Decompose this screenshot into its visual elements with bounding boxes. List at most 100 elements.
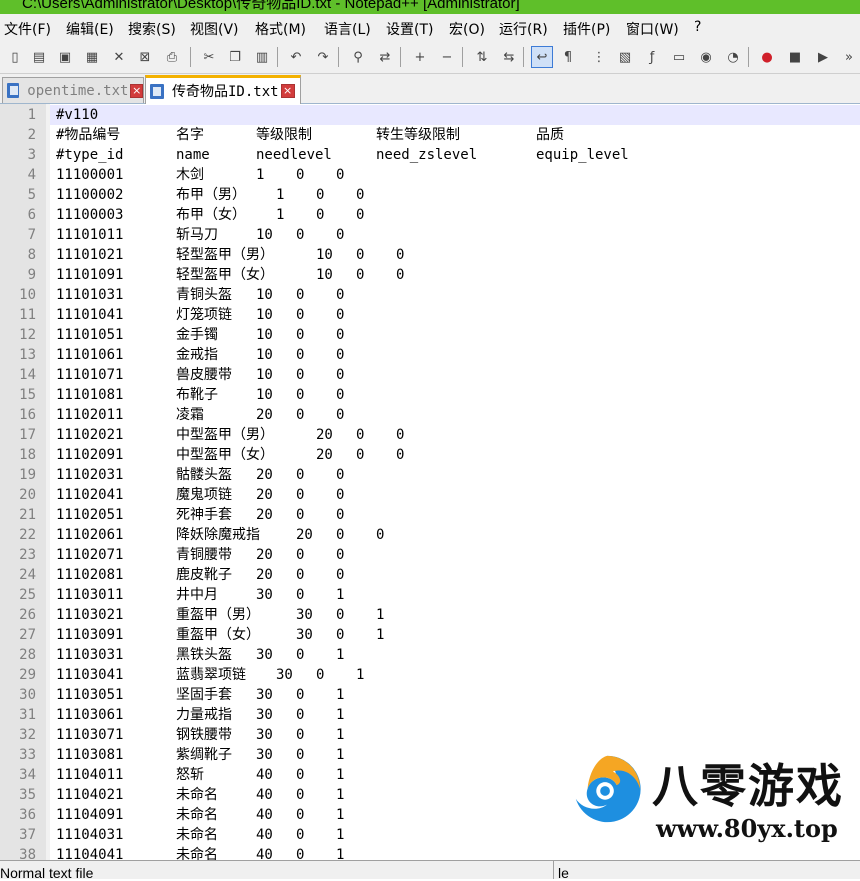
sync-horizontal-icon[interactable]: ⇆ [498, 46, 520, 68]
menu-item-4[interactable]: 格式(M) [255, 19, 306, 39]
menu-item-11[interactable]: ? [694, 19, 701, 35]
text-cell: 蓝翡翠项链 [176, 667, 246, 683]
text-cell: 1 [336, 767, 345, 783]
text-cell: 0 [396, 427, 405, 443]
save-all-icon[interactable]: ▦ [81, 46, 103, 68]
text-cell: 黑铁头盔 [176, 647, 232, 663]
line-number-margin: 1 2 3 4 5 6 7 8 9 10 11 12 13 14 15 16 17 18 19 20 21 22 23 24 2… [0, 104, 46, 860]
tab-1[interactable]: 传奇物品ID.txt × [145, 75, 301, 104]
text-cell: 11103051 [56, 687, 124, 703]
folder-as-workspace-icon[interactable]: ▭ [668, 46, 690, 68]
text-cell: 兽皮腰带 [176, 367, 232, 383]
line-number: 23 [19, 547, 36, 563]
text-cell: 0 [336, 407, 345, 423]
text-cell: 斩马刀 [176, 227, 218, 243]
status-bar: Normal text file le [0, 860, 860, 881]
redo-icon[interactable]: ↷ [312, 46, 334, 68]
menu-item-10[interactable]: 窗口(W) [626, 19, 679, 39]
text-cell: 1 [336, 847, 345, 860]
document-map-icon[interactable]: ▧ [614, 46, 636, 68]
text-cell: 木剑 [176, 167, 204, 183]
text-cell: 1 [336, 827, 345, 843]
text-cell: 降妖除魔戒指 [176, 527, 260, 543]
text-cell: 1 [336, 727, 345, 743]
text-cell: 11102041 [56, 487, 124, 503]
text-cell: 0 [336, 507, 345, 523]
run-macro-multiple-icon[interactable]: » [838, 46, 860, 68]
close-icon[interactable]: ✕ [108, 46, 130, 68]
line-number: 13 [19, 347, 36, 363]
paste-icon[interactable]: ▥ [251, 46, 273, 68]
print-icon[interactable]: ⎙ [161, 46, 183, 68]
toolbar-separator [400, 47, 401, 67]
menu-item-8[interactable]: 运行(R) [499, 19, 548, 39]
preview-icon[interactable]: ◔ [722, 46, 744, 68]
menu-item-6[interactable]: 设置(T) [386, 19, 433, 39]
open-file-icon[interactable]: ▤ [28, 46, 50, 68]
line-number: 10 [19, 287, 36, 303]
word-wrap-icon[interactable]: ↩ [531, 46, 553, 68]
tab-close-icon[interactable]: × [130, 83, 143, 98]
current-line[interactable]: #v110 [50, 105, 860, 125]
function-list-icon[interactable]: ƒ [641, 46, 663, 68]
tab-close-icon[interactable]: × [280, 84, 295, 98]
text-cell: 0 [296, 747, 305, 763]
text-cell: name [176, 147, 210, 163]
line-number: 9 [27, 267, 36, 283]
menu-item-1[interactable]: 编辑(E) [66, 19, 114, 39]
text-cell: 0 [336, 527, 345, 543]
zoom-in-icon[interactable]: + [409, 46, 431, 68]
text-cell: equip_level [536, 147, 629, 163]
line-number: 33 [19, 747, 36, 763]
menu-item-5[interactable]: 语言(L) [324, 19, 371, 39]
text-cell: 0 [376, 527, 385, 543]
find-icon[interactable]: ⚲ [347, 46, 369, 68]
show-all-chars-icon[interactable]: ¶ [557, 46, 579, 68]
play-macro-icon[interactable]: ▶ [812, 46, 834, 68]
sync-vertical-icon[interactable]: ⇅ [471, 46, 493, 68]
toolbar: ▯ ▤ ▣ ▦ ✕ ⊠ ⎙ ✂ ❐ ▥ ↶ ↷ ⚲ ⇄ + − ⇅ ⇆ ↩ ¶ ⋮ ▧ ƒ ▭ ◉ ◔ ● ■ ▶» [0, 43, 860, 74]
text-cell: 0 [296, 467, 305, 483]
toolbar-separator [523, 47, 524, 67]
text-cell: 金戒指 [176, 347, 218, 363]
text-cell: 1 [276, 187, 285, 203]
new-file-icon[interactable]: ▯ [4, 46, 26, 68]
watermark-title: 八零游戏 [652, 759, 844, 813]
monitoring-icon[interactable]: ◉ [695, 46, 717, 68]
text-cell: 0 [336, 547, 345, 563]
text-cell: 0 [336, 307, 345, 323]
text-cell: 0 [356, 187, 365, 203]
save-icon[interactable]: ▣ [54, 46, 76, 68]
menu-item-9[interactable]: 插件(P) [563, 19, 610, 39]
zoom-out-icon[interactable]: − [436, 46, 458, 68]
text-cell: 中型盔甲（男） [176, 427, 274, 443]
text-cell: 凌霜 [176, 407, 204, 423]
indent-guide-icon[interactable]: ⋮ [588, 46, 610, 68]
menu-item-0[interactable]: 文件(F) [4, 19, 51, 39]
tab-0[interactable]: opentime.txt × [2, 77, 144, 103]
text-cell: 名字 [176, 127, 204, 143]
text-cell: 10 [256, 287, 273, 303]
status-file-type: Normal text file [0, 865, 94, 881]
file-saved-icon [7, 83, 20, 98]
text-cell: 20 [316, 447, 333, 463]
text-cell: 30 [256, 687, 273, 703]
copy-icon[interactable]: ❐ [224, 46, 246, 68]
text-cell: 灯笼项链 [176, 307, 232, 323]
menu-item-7[interactable]: 宏(O) [449, 19, 485, 39]
text-cell: 30 [256, 747, 273, 763]
text-cell: 11102021 [56, 427, 124, 443]
cut-icon[interactable]: ✂ [198, 46, 220, 68]
text-cell: 11101011 [56, 227, 124, 243]
text-cell: 0 [296, 807, 305, 823]
menu-item-3[interactable]: 视图(V) [190, 19, 239, 39]
record-macro-icon[interactable]: ● [756, 46, 778, 68]
close-all-icon[interactable]: ⊠ [134, 46, 156, 68]
text-cell: #物品编号 [56, 127, 121, 143]
stop-recording-icon[interactable]: ■ [784, 46, 806, 68]
text-cell: 11101061 [56, 347, 124, 363]
menu-item-2[interactable]: 搜索(S) [128, 19, 176, 39]
undo-icon[interactable]: ↶ [285, 46, 307, 68]
text-cell: 0 [316, 207, 325, 223]
replace-icon[interactable]: ⇄ [374, 46, 396, 68]
